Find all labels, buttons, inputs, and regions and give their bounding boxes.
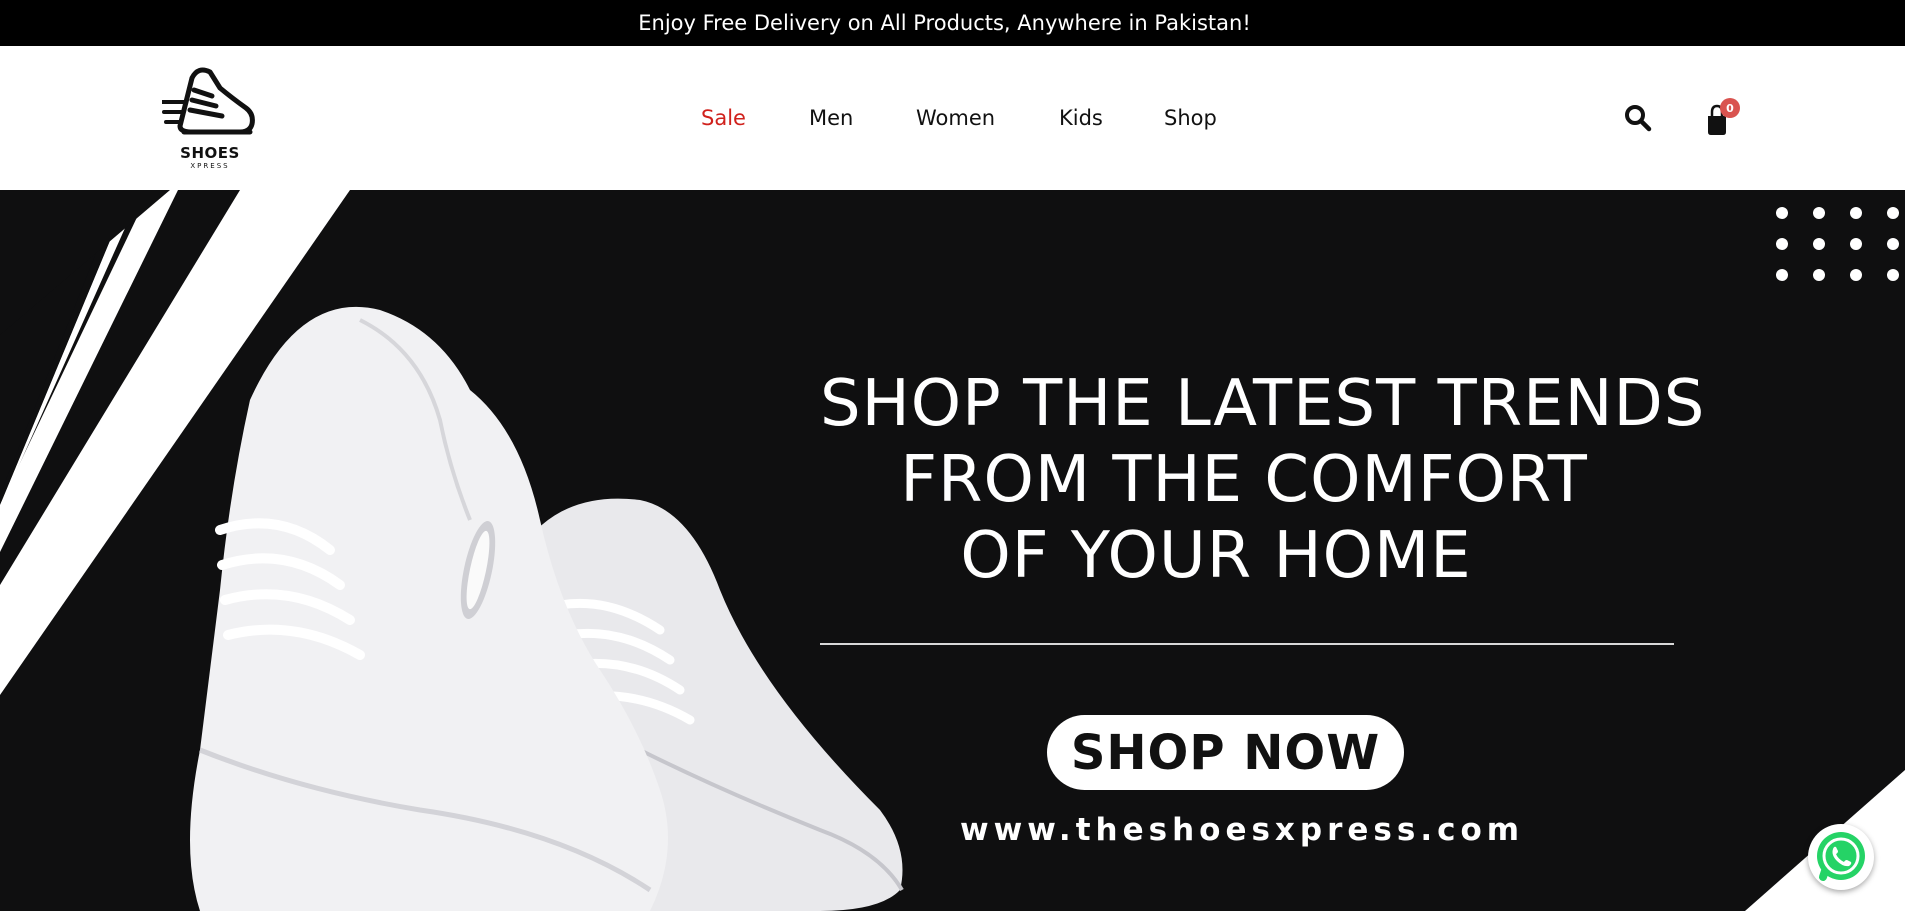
nav-item-sale[interactable]: Sale [701,106,746,130]
search-icon [1625,105,1652,132]
shop-now-button[interactable]: SHOP NOW [1047,715,1404,790]
nav-item-men[interactable]: Men [809,106,853,130]
search-button[interactable] [1624,104,1652,132]
hero-headline-line: SHOP THE LATEST TRENDS [820,367,1706,441]
hero-divider [820,643,1674,645]
site-header: SHOES XPRESS Sale Men Women Kids Shop 0 [0,46,1905,190]
hero-headline-line: FROM THE COMFORT [900,443,1588,517]
hero-banner: SHOP THE LATEST TRENDS FROM THE COMFORT … [0,190,1905,911]
nav-item-women[interactable]: Women [916,106,995,130]
cart-count-badge: 0 [1720,98,1740,118]
nav-item-shop[interactable]: Shop [1164,106,1217,130]
cart-button[interactable]: 0 [1702,98,1740,138]
sneaker-pair-image [190,306,904,911]
whatsapp-icon [1817,832,1865,881]
website-url: www.theshoesxpress.com [960,812,1525,848]
hero-headline: SHOP THE LATEST TRENDS FROM THE COMFORT … [820,366,1706,594]
announcement-bar: Enjoy Free Delivery on All Products, Any… [0,0,1905,46]
announcement-text: Enjoy Free Delivery on All Products, Any… [638,11,1251,35]
whatsapp-chat-button[interactable] [1808,824,1874,890]
nav-item-kids[interactable]: Kids [1059,106,1103,130]
main-nav: Sale Men Women Kids Shop [0,46,1905,190]
hero-headline-line: OF YOUR HOME [960,519,1472,593]
